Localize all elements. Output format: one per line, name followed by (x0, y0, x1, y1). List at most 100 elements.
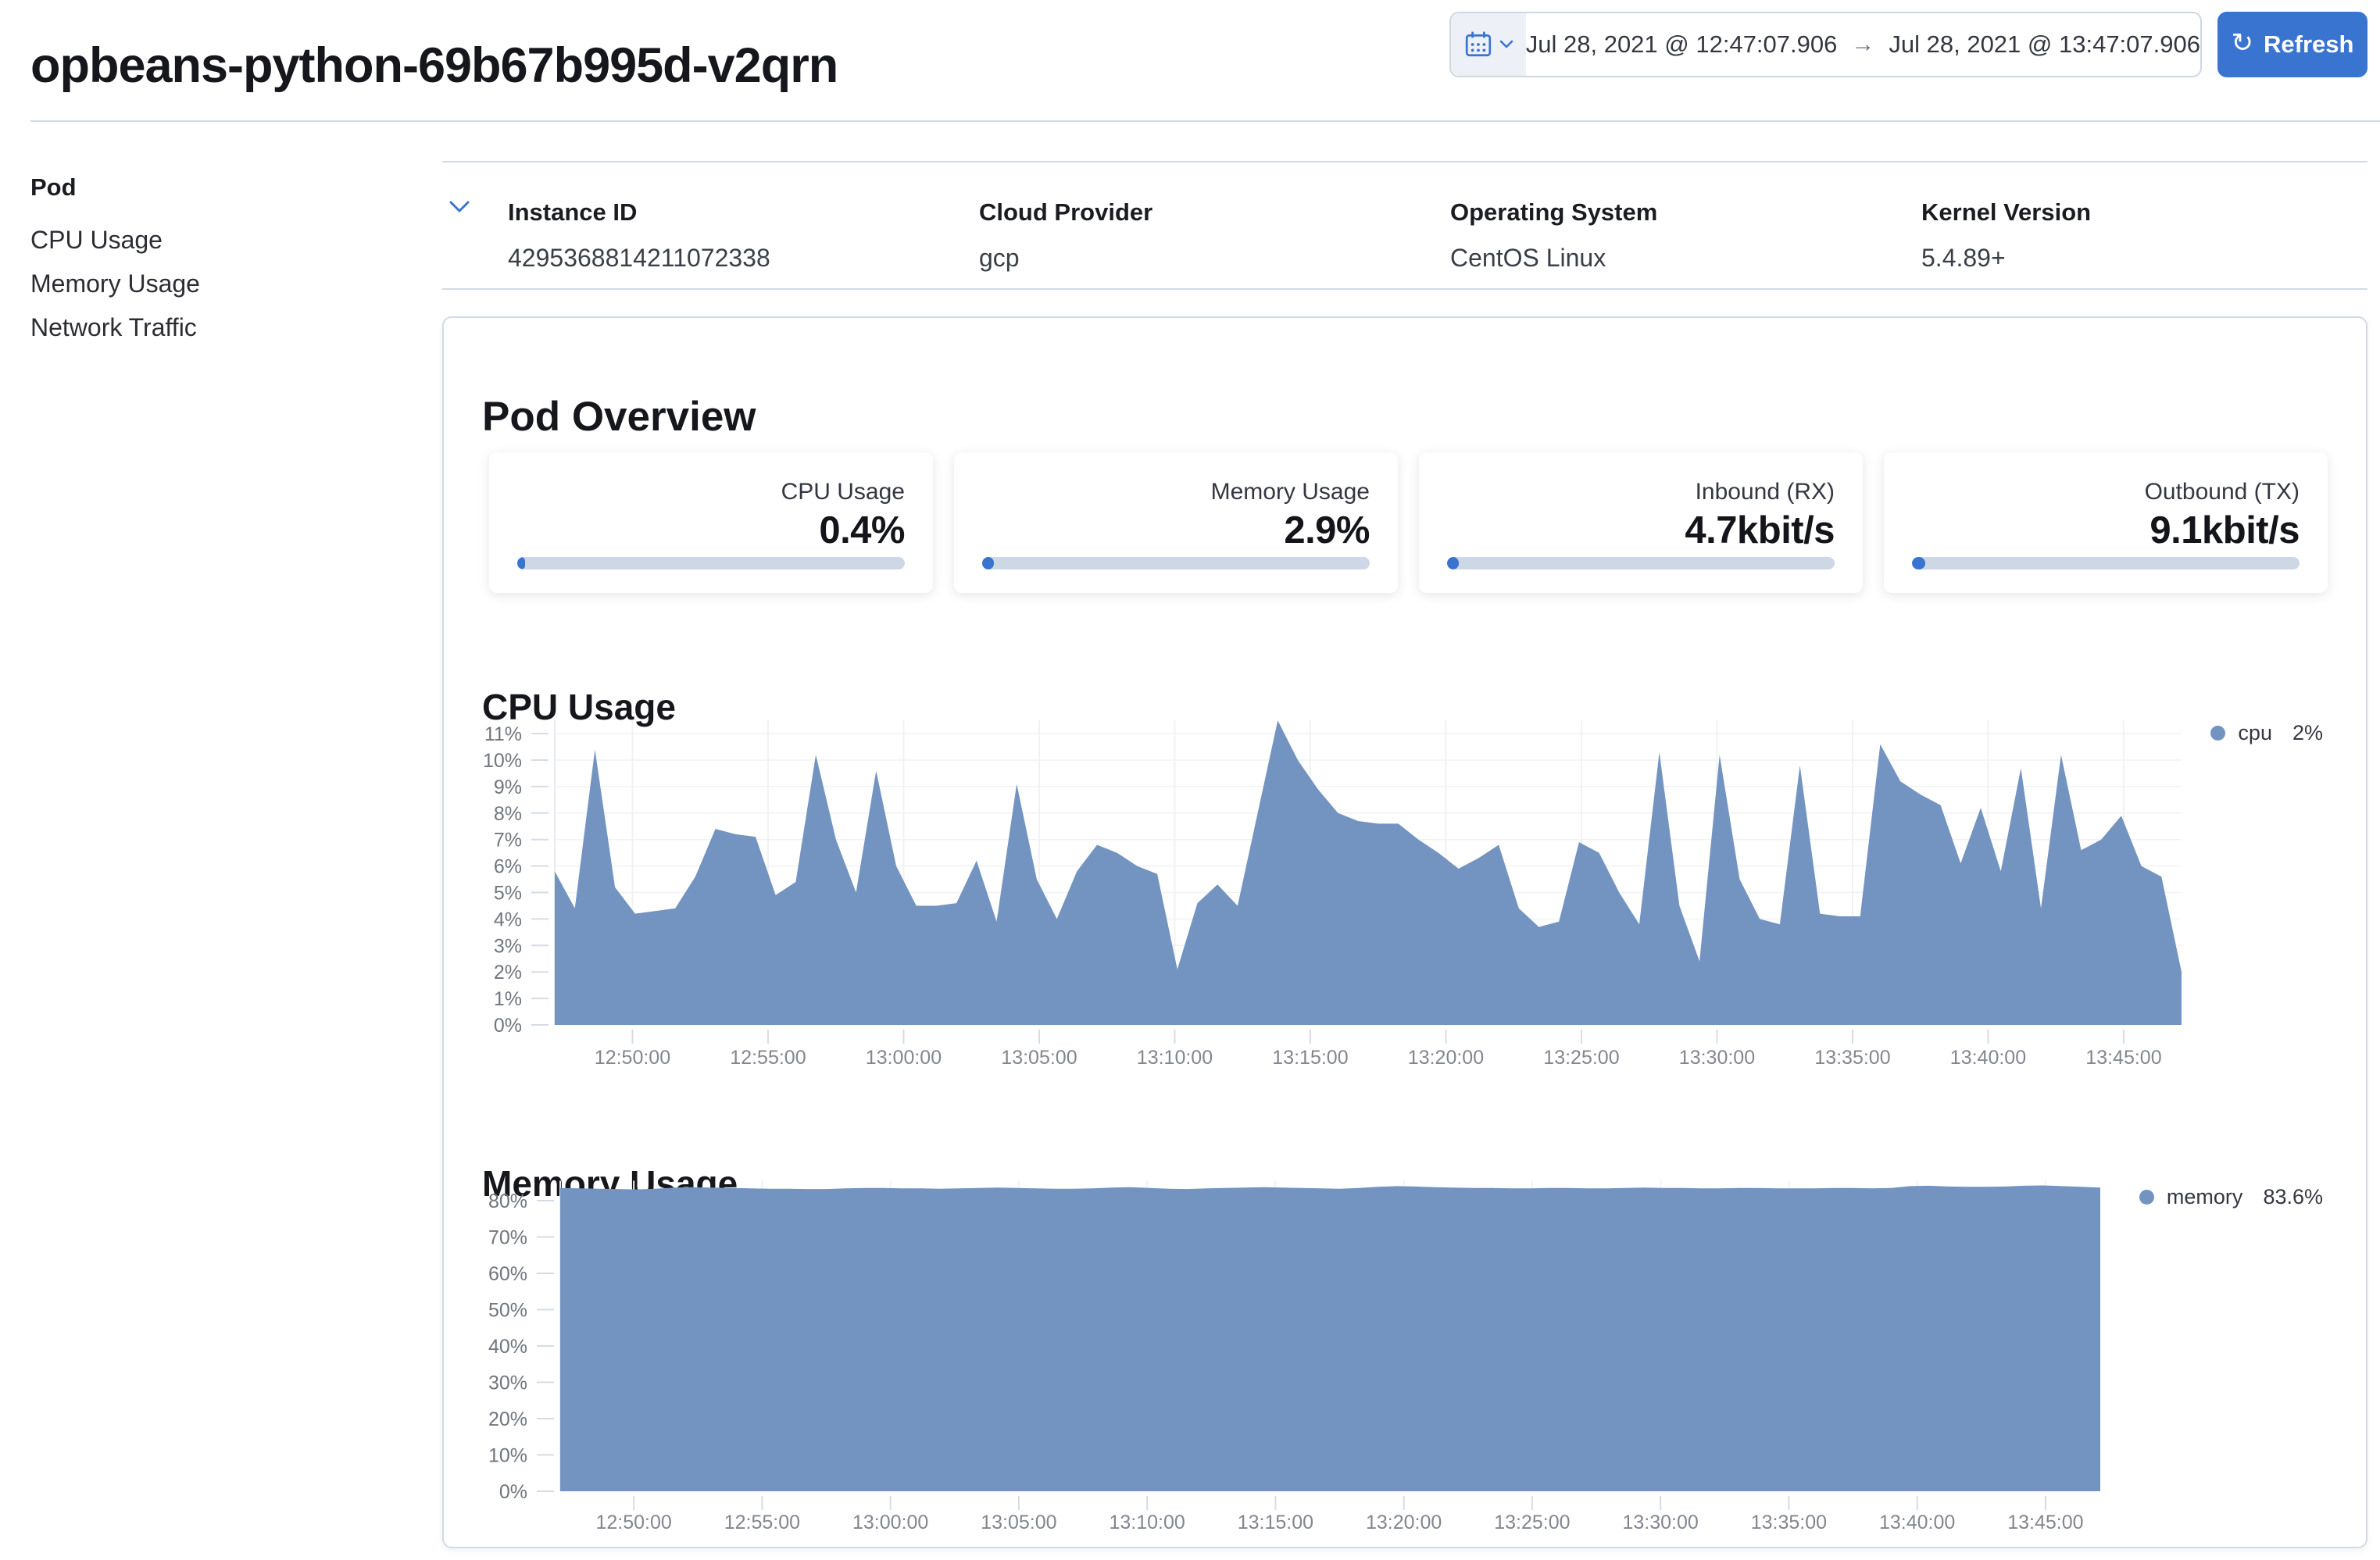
cpu-usage-chart[interactable]: 12:50:00 12:55:00 13:00:00 13:05:00 13:10:00… (444, 697, 2369, 1087)
metadata-field-kernel-version: Kernel Version 5.4.89+ (1921, 162, 2380, 273)
y-axis-label: 40% (488, 1336, 527, 1358)
refresh-button[interactable]: ↻ Refresh (2217, 12, 2367, 77)
y-axis-label: 60% (488, 1263, 527, 1285)
calendar-icon (1463, 30, 1493, 59)
metric-value: 9.1kbit/s (2150, 509, 2300, 552)
legend-series-value: 2% (2292, 721, 2323, 745)
x-axis-label: 13:10:00 (1110, 1512, 1185, 1533)
x-axis-label: 13:30:00 (1623, 1512, 1699, 1533)
y-axis-label: 0% (499, 1481, 527, 1503)
y-axis-label: 20% (488, 1408, 527, 1430)
y-axis-label: 0% (494, 1015, 522, 1037)
metric-progress-bar (517, 557, 905, 569)
x-axis-label: 13:15:00 (1272, 1047, 1348, 1069)
metadata-collapse-chevron[interactable] (448, 200, 470, 218)
y-axis-label: 11% (484, 723, 522, 745)
metric-progress-fill (982, 557, 994, 569)
y-axis-label: 1% (494, 988, 522, 1010)
metric-label: Outbound (TX) (2145, 479, 2300, 505)
y-axis-label: 2% (494, 962, 522, 983)
start-date[interactable]: Jul 28, 2021 @ 12:47:07.906 (1526, 30, 1838, 59)
x-axis-label: 13:25:00 (1543, 1047, 1619, 1069)
chevron-down-icon (448, 200, 470, 214)
x-axis-label: 13:20:00 (1366, 1512, 1442, 1533)
x-axis-label: 13:45:00 (2007, 1512, 2083, 1533)
metadata-field-cloud-provider: Cloud Provider gcp (979, 162, 1450, 273)
legend-dot-icon (2139, 1190, 2154, 1205)
metadata-label: Instance ID (508, 198, 979, 227)
metadata-field-operating-system: Operating System CentOS Linux (1450, 162, 1921, 273)
legend-series-name: memory (2167, 1185, 2243, 1209)
metric-value: 0.4% (819, 509, 905, 552)
x-axis-label: 13:35:00 (1814, 1047, 1890, 1069)
y-axis-label: 4% (494, 909, 522, 930)
x-axis-label: 13:10:00 (1137, 1047, 1213, 1069)
memory-chart-legend[interactable]: memory 83.6% (2139, 1185, 2323, 1209)
x-axis-label: 13:45:00 (2085, 1047, 2161, 1069)
memory-usage-chart[interactable]: 12:50:00 12:55:00 13:00:00 13:05:00 13:10:00… (444, 1169, 2369, 1560)
y-axis-label: 8% (494, 803, 522, 825)
x-axis-label: 13:05:00 (1001, 1047, 1077, 1069)
x-axis-label: 13:40:00 (1950, 1047, 2026, 1069)
metric-card-inbound-rx: Inbound (RX) 4.7kbit/s (1419, 452, 1863, 593)
sidebar-item-memory-usage[interactable]: Memory Usage (30, 272, 406, 295)
y-axis-label: 6% (494, 856, 522, 878)
x-axis-label: 13:40:00 (1879, 1512, 1955, 1533)
metadata-value: CentOS Linux (1450, 244, 1921, 273)
y-axis-label: 7% (494, 830, 522, 851)
metadata-value: 4295368814211072338 (508, 244, 979, 273)
metric-progress-bar (1912, 557, 2300, 569)
y-axis-label: 30% (488, 1373, 527, 1394)
pod-overview-panel: Pod Overview CPU Usage 0.4% Memory Usage… (442, 316, 2367, 1548)
cpu-chart-legend[interactable]: cpu 2% (2210, 721, 2323, 745)
x-axis-label: 12:50:00 (595, 1047, 670, 1069)
y-axis-label: 50% (488, 1300, 527, 1322)
area-series (560, 1186, 2100, 1492)
metric-progress-bar (1447, 557, 1835, 569)
legend-series-value: 83.6% (2263, 1185, 2323, 1209)
date-picker-toggle[interactable] (1451, 13, 1526, 76)
x-axis-label: 13:00:00 (852, 1512, 928, 1533)
metadata-label: Operating System (1450, 198, 1921, 227)
metadata-label: Cloud Provider (979, 198, 1450, 227)
metric-label: Memory Usage (1211, 479, 1370, 505)
panel-title: Pod Overview (482, 393, 756, 441)
y-axis-label: 10% (488, 1445, 527, 1467)
metadata-label: Kernel Version (1921, 198, 2380, 227)
metadata-field-instance-id: Instance ID 4295368814211072338 (508, 162, 979, 273)
x-axis-label: 13:00:00 (866, 1047, 942, 1069)
page-title: opbeans-python-69b67b995d-v2qrn (30, 37, 838, 94)
x-axis-label: 12:55:00 (730, 1047, 806, 1069)
x-axis-label: 13:15:00 (1238, 1512, 1313, 1533)
date-range-arrow-icon: → (1851, 31, 1874, 58)
x-axis-label: 12:50:00 (596, 1512, 672, 1533)
metric-progress-fill (517, 557, 525, 569)
metric-card-outbound-tx: Outbound (TX) 9.1kbit/s (1884, 452, 2328, 593)
sidebar-item-cpu-usage[interactable]: CPU Usage (30, 228, 406, 252)
area-series (555, 720, 2182, 1025)
metric-label: Inbound (RX) (1696, 479, 1835, 505)
y-axis-label: 80% (488, 1191, 527, 1212)
date-range-picker[interactable]: Jul 28, 2021 @ 12:47:07.906 → Jul 28, 20… (1449, 12, 2202, 77)
metric-progress-fill (1447, 557, 1459, 569)
x-axis-label: 12:55:00 (724, 1512, 800, 1533)
metric-progress-bar (982, 557, 1370, 569)
x-axis-label: 13:20:00 (1408, 1047, 1484, 1069)
x-axis-label: 13:05:00 (981, 1512, 1056, 1533)
y-axis-label: 9% (494, 776, 522, 798)
chevron-down-icon (1499, 40, 1513, 49)
legend-dot-icon (2210, 726, 2225, 741)
metric-label: CPU Usage (781, 479, 905, 505)
x-axis-label: 13:35:00 (1751, 1512, 1827, 1533)
metadata-section: Instance ID 4295368814211072338 Cloud Pr… (442, 161, 2367, 290)
refresh-icon: ↻ (2232, 27, 2254, 59)
x-axis-label: 13:25:00 (1494, 1512, 1570, 1533)
end-date[interactable]: Jul 28, 2021 @ 13:47:07.906 (1889, 30, 2200, 59)
y-axis-label: 3% (494, 935, 522, 957)
metric-card-cpu-usage: CPU Usage 0.4% (489, 452, 933, 593)
metric-card-memory-usage: Memory Usage 2.9% (954, 452, 1398, 593)
metadata-value: 5.4.89+ (1921, 244, 2380, 273)
metric-progress-fill (1912, 557, 1925, 569)
sidebar-item-network-traffic[interactable]: Network Traffic (30, 316, 406, 339)
y-axis-label: 70% (488, 1227, 527, 1249)
